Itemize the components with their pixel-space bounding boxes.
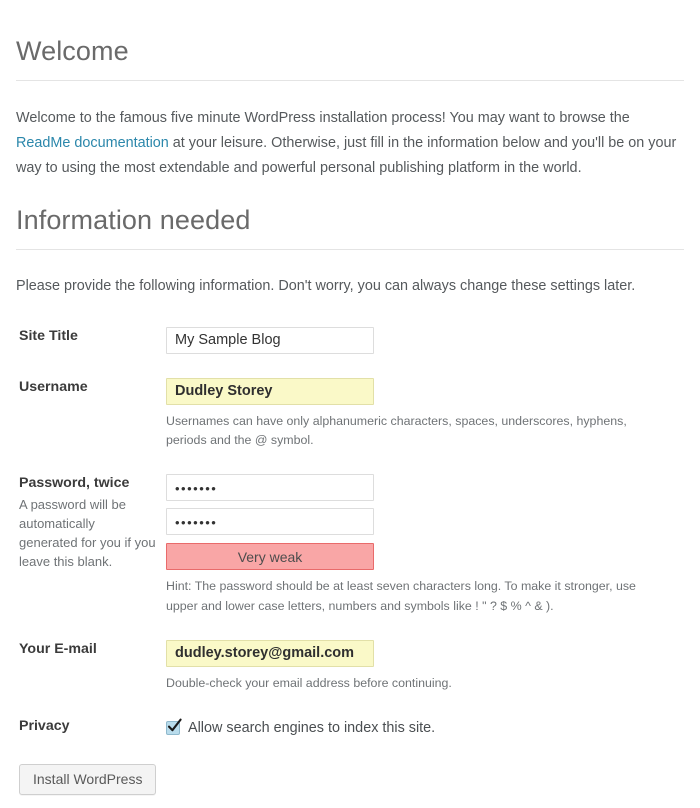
install-page: Welcome Welcome to the famous five minut…: [0, 0, 700, 808]
password-input-second[interactable]: [166, 508, 374, 536]
form-row-site-title: Site Title: [16, 315, 684, 366]
provide-information-paragraph: Please provide the following information…: [16, 278, 636, 295]
username-input[interactable]: [166, 377, 374, 405]
site-title-field-cell: [166, 315, 684, 366]
site-title-input[interactable]: [166, 326, 374, 354]
password-input-first[interactable]: [166, 474, 374, 502]
password-field-cell: Very weak Hint: The password should be a…: [166, 462, 684, 627]
privacy-checkbox-caption: Allow search engines to index this site.: [188, 719, 436, 736]
privacy-label: Privacy: [19, 717, 70, 734]
privacy-field-cell: Allow search engines to index this site.: [166, 705, 684, 750]
welcome-section-header: Welcome: [16, 0, 684, 82]
information-section-header: Information needed: [16, 181, 684, 251]
username-label-cell: Username: [16, 366, 166, 462]
password-input-spacer: [166, 501, 684, 508]
username-hint: Usernames can have only alphanumeric cha…: [166, 413, 627, 448]
username-label: Username: [19, 378, 88, 395]
email-label-cell: Your E-mail: [16, 628, 166, 705]
intro-text-before-link: Welcome to the famous five minute WordPr…: [16, 110, 630, 127]
password-label: Password, twice: [19, 475, 130, 492]
password-sublabel: A password will be automatically generat…: [19, 497, 156, 569]
form-row-email: Your E-mail Double-check your email addr…: [16, 628, 684, 705]
email-input[interactable]: [166, 639, 374, 667]
site-title-label: Site Title: [19, 327, 78, 344]
email-field-cell: Double-check your email address before c…: [166, 628, 684, 705]
password-hint: Hint: The password should be at least se…: [166, 579, 636, 613]
password-strength-label: Very weak: [237, 548, 303, 565]
install-wordpress-button[interactable]: Install WordPress: [19, 763, 157, 795]
site-title-label-cell: Site Title: [16, 315, 166, 366]
privacy-label-cell: Privacy: [16, 705, 166, 750]
checkbox-checked-icon[interactable]: [166, 718, 182, 736]
search-engine-visibility-toggle[interactable]: Allow search engines to index this site.: [166, 717, 684, 738]
form-row-privacy: Privacy Allow search engines to index th…: [16, 705, 684, 750]
intro-paragraph: Welcome to the famous five minute WordPr…: [16, 81, 684, 180]
username-field-cell: Usernames can have only alphanumeric cha…: [166, 366, 684, 462]
installation-form: Site Title Username Usernames can have o…: [16, 315, 684, 750]
password-label-cell: Password, twice A password will be autom…: [16, 462, 166, 627]
readme-documentation-link[interactable]: ReadMe documentation: [16, 135, 169, 151]
password-strength-indicator: Very weak: [166, 543, 374, 571]
email-label: Your E-mail: [19, 640, 97, 657]
form-row-password: Password, twice A password will be autom…: [16, 462, 684, 627]
form-row-username: Username Usernames can have only alphanu…: [16, 366, 684, 462]
welcome-heading: Welcome: [16, 36, 129, 66]
submit-row: Install WordPress: [16, 750, 684, 795]
information-needed-heading: Information needed: [16, 204, 251, 235]
email-hint: Double-check your email address before c…: [166, 675, 452, 690]
